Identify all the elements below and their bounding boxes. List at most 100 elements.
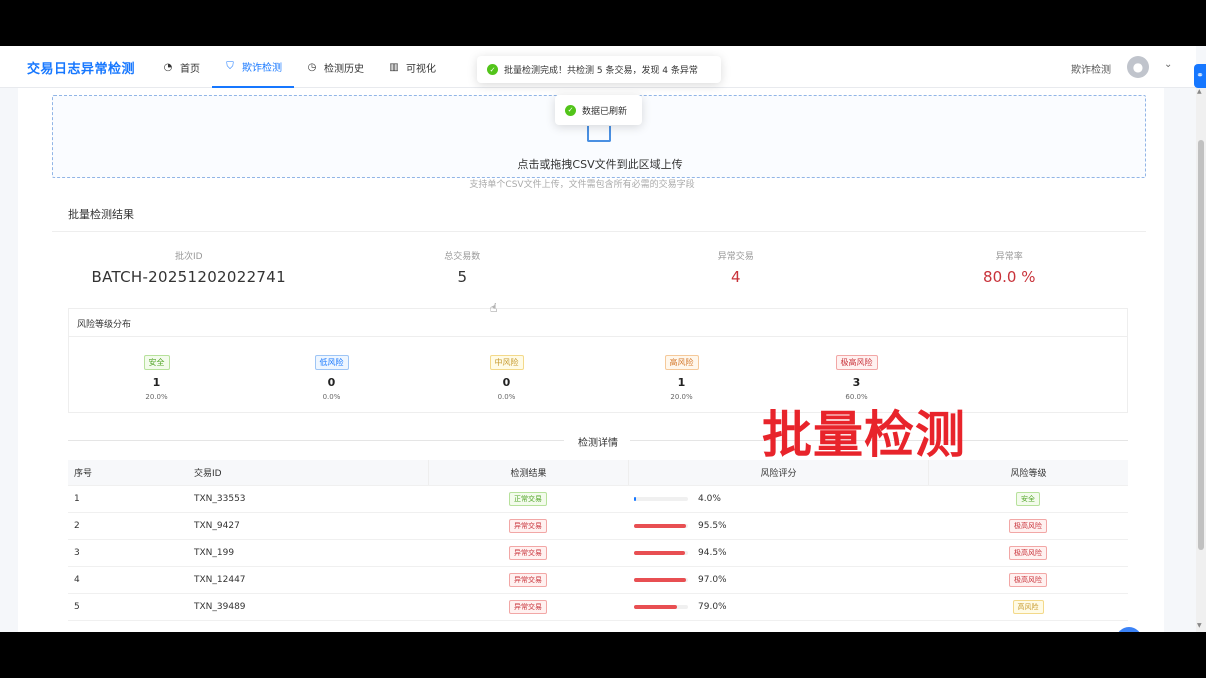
risk-count: 1	[152, 376, 161, 389]
details-table: 序号 交易ID 检测结果 风险评分 风险等级 1 TXN_33553 正常交易 4.0…	[68, 460, 1128, 621]
chart-icon: ▥	[389, 61, 399, 73]
column-header[interactable]: 序号	[68, 466, 188, 479]
stat-label: 异常率	[995, 252, 1023, 262]
stat-value: 80.0 %	[983, 268, 1036, 286]
level-tag: 极高风险	[1009, 519, 1047, 533]
risk-count: 3	[852, 376, 861, 389]
fraud-detection-panel: 点击或拖拽CSV文件到此区域上传 支持单个CSV文件上传，文件需包含所有必需的交…	[18, 88, 1164, 632]
cell-transaction-id: TXN_39489	[194, 602, 246, 612]
cell-result: 异常交易	[428, 513, 628, 539]
result-tag: 异常交易	[509, 519, 547, 533]
score-bar	[634, 551, 688, 555]
nav-item-label: 检测历史	[324, 63, 364, 75]
score-bar	[634, 605, 688, 609]
nav-item-fraud-detection[interactable]: ⛉ 欺诈检测	[212, 46, 294, 88]
toast-message: 批量检测完成！共检测 5 条交易，发现 4 条异常	[504, 66, 698, 76]
divider	[68, 440, 564, 441]
risk-tag: 中风险	[489, 355, 524, 370]
risk-count: 1	[677, 376, 686, 389]
level-tag: 安全	[1016, 492, 1040, 506]
risk-distribution-card: 风险等级分布 安全 1 20.0% 低风险 0 0.0% 中风险 0 0.0% 高风险 1 20.0%…	[68, 308, 1128, 413]
cell-level: 安全	[928, 486, 1128, 512]
cell-index: 4	[74, 575, 80, 585]
nav-item-visualization[interactable]: ▥ 可视化	[376, 46, 448, 88]
column-header[interactable]: 检测结果	[428, 460, 628, 485]
cell-result: 异常交易	[428, 567, 628, 593]
score-bar-fill	[634, 605, 677, 609]
avatar[interactable]: ●	[1127, 56, 1149, 78]
score-text: 95.5%	[698, 521, 727, 531]
risk-tag: 安全	[143, 355, 170, 370]
result-tag: 异常交易	[509, 600, 547, 614]
risk-percent: 0.0%	[497, 393, 516, 401]
risk-item: 高风险 1 20.0%	[594, 350, 769, 401]
upload-hint: 支持单个CSV文件上传，文件需包含所有必需的交易字段	[469, 180, 695, 190]
risk-count: 0	[502, 376, 511, 389]
cell-index: 1	[74, 494, 80, 504]
cell-transaction-id: TXN_9427	[194, 521, 240, 531]
risk-item: 中风险 0 0.0%	[419, 350, 594, 401]
cell-index: 2	[74, 521, 80, 531]
scroll-up-arrow-icon[interactable]: ▲	[1197, 88, 1202, 95]
risk-item: 安全 1 20.0%	[69, 350, 244, 401]
score-bar-fill	[634, 578, 687, 582]
scroll-down-arrow-icon[interactable]: ▼	[1197, 622, 1202, 629]
mouse-cursor-icon: ☝	[490, 301, 498, 315]
cell-level: 高风险	[928, 594, 1128, 620]
stat-label: 异常交易	[717, 252, 754, 262]
score-text: 97.0%	[698, 575, 727, 585]
level-tag: 极高风险	[1009, 573, 1047, 587]
divider	[69, 336, 1127, 337]
link-icon[interactable]: ⚭	[1194, 64, 1206, 88]
cell-transaction-id: TXN_33553	[194, 494, 246, 504]
stat-label: 总交易数	[444, 252, 481, 262]
table-row[interactable]: 2 TXN_9427 异常交易 95.5% 极高风险	[68, 513, 1128, 540]
cell-index: 5	[74, 602, 80, 612]
table-row[interactable]: 1 TXN_33553 正常交易 4.0% 安全	[68, 486, 1128, 513]
dashboard-icon: ◔	[163, 61, 173, 73]
nav-item-history[interactable]: ◷ 检测历史	[294, 46, 376, 88]
risk-tag: 高风险	[664, 355, 699, 370]
risk-percent: 20.0%	[145, 393, 168, 401]
app-logo[interactable]: 交易日志异常检测	[27, 58, 135, 77]
vertical-scrollbar[interactable]	[1196, 88, 1206, 632]
risk-percent: 20.0%	[670, 393, 693, 401]
table-row[interactable]: 3 TXN_199 异常交易 94.5% 极高风险	[68, 540, 1128, 567]
upload-icon	[587, 126, 611, 142]
chevron-down-icon[interactable]: ⌄	[1164, 59, 1172, 70]
upload-text: 点击或拖拽CSV文件到此区域上传	[517, 158, 683, 171]
score-text: 94.5%	[698, 548, 727, 558]
cell-score: 4.0%	[628, 486, 928, 512]
table-row[interactable]: 5 TXN_39489 异常交易 79.0% 高风险	[68, 594, 1128, 621]
risk-count: 0	[327, 376, 336, 389]
level-tag: 极高风险	[1009, 546, 1047, 560]
results-title: 批量检测结果	[68, 208, 134, 221]
score-bar	[634, 497, 688, 501]
toast-refreshed: ✓ 数据已刷新	[555, 95, 642, 125]
stat-value: BATCH-20251202022741	[91, 268, 286, 286]
risk-item: 低风险 0 0.0%	[244, 350, 419, 401]
nav-item-label: 欺诈检测	[242, 62, 282, 74]
cell-level: 极高风险	[928, 513, 1128, 539]
user-icon: ●	[1132, 60, 1144, 74]
score-text: 4.0%	[698, 494, 721, 504]
cell-index: 3	[74, 548, 80, 558]
user-name[interactable]: 欺诈检测	[1071, 61, 1111, 76]
scrollbar-thumb[interactable]	[1198, 140, 1204, 550]
letterbox-top	[0, 0, 1206, 46]
letterbox-bottom	[0, 632, 1206, 678]
main-nav: ◔ 首页 ⛉ 欺诈检测 ◷ 检测历史 ▥ 可视化	[150, 46, 448, 88]
risk-tag: 低风险	[314, 355, 349, 370]
table-row[interactable]: 4 TXN_12447 异常交易 97.0% 极高风险	[68, 567, 1128, 594]
nav-item-home[interactable]: ◔ 首页	[150, 46, 212, 88]
result-tag: 异常交易	[509, 573, 547, 587]
stat-total: 总交易数 5	[326, 240, 600, 300]
risk-item: 极高风险 3 60.0%	[769, 350, 944, 401]
check-circle-icon: ✓	[487, 64, 498, 75]
stat-batch-id: 批次ID BATCH-20251202022741	[52, 240, 326, 300]
shield-icon: ⛉	[226, 60, 234, 72]
cell-score: 94.5%	[628, 540, 928, 566]
column-header[interactable]: 交易ID	[188, 466, 428, 479]
toast-batch-complete: ✓ 批量检测完成！共检测 5 条交易，发现 4 条异常	[477, 56, 721, 83]
nav-item-label: 可视化	[406, 63, 436, 75]
